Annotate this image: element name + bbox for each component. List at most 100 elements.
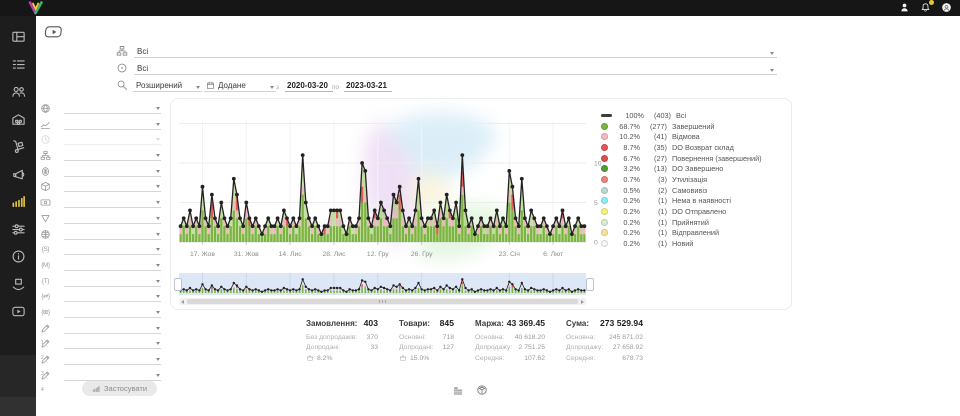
- legend-marker: [601, 165, 608, 172]
- chart-brush[interactable]: [179, 273, 586, 295]
- stats-subvalue: 245 871.02: [609, 334, 643, 341]
- sidebar-item-supplies[interactable]: [0, 133, 36, 161]
- site-filter-select[interactable]: [64, 227, 161, 240]
- stats-title: Сума:: [566, 319, 589, 328]
- custom-field-t-filter-select[interactable]: [64, 274, 161, 287]
- payment-filter-select[interactable]: [64, 195, 161, 208]
- product-filter-select[interactable]: Всі: [134, 64, 777, 75]
- scroll-right-arrow-icon[interactable]: [581, 300, 584, 304]
- legend-count: (1): [640, 196, 667, 205]
- legend-percent: 0.2%: [611, 218, 640, 227]
- summary-list-icon[interactable]: [452, 385, 464, 397]
- time-filter-select[interactable]: [64, 132, 161, 145]
- supplies-icon: [11, 139, 26, 154]
- custom-field-x-filter-select[interactable]: [64, 305, 161, 318]
- custom-field-t-filter-row: {T}: [40, 274, 161, 287]
- sidebar-item-orders-list[interactable]: [0, 51, 36, 79]
- legend-item[interactable]: 10.2%(41)Відмова: [601, 131, 783, 142]
- stats-sublabel: Основні:: [399, 334, 426, 341]
- edit-field-1-filter-select[interactable]: [64, 321, 161, 334]
- sidebar-item-delivery[interactable]: [0, 271, 36, 299]
- legend-marker: [601, 155, 608, 162]
- legend-percent: 6.7%: [611, 154, 640, 163]
- stats-subrow: Допродані:33: [306, 343, 378, 354]
- custom-field-s-filter-select[interactable]: [64, 242, 161, 255]
- sidebar-item-dashboard[interactable]: [0, 23, 36, 51]
- apply-filters-button[interactable]: Застосувати: [82, 381, 157, 396]
- date-from-input[interactable]: 2020-03-20: [285, 81, 333, 92]
- sidebar-item-analytics[interactable]: [0, 188, 36, 216]
- time-filter-row: [40, 132, 161, 145]
- stats-value: 273 529.94: [600, 318, 643, 328]
- brush-right-handle[interactable]: [586, 278, 594, 291]
- stats-value: 403: [364, 318, 378, 328]
- profile-avatar-icon[interactable]: [941, 2, 952, 13]
- chevron-down-icon: [770, 52, 774, 55]
- sidebar-item-clients[interactable]: [0, 78, 36, 106]
- stats-subrow: Середня:678.73: [566, 353, 643, 364]
- chart-scrollbar[interactable]: [179, 298, 586, 305]
- legend-count: (13): [640, 164, 667, 173]
- user-filter-select[interactable]: [64, 164, 161, 177]
- stats-subrow: Середня:107.62: [475, 353, 545, 364]
- legend-item[interactable]: 0.7%(3)Утилізація: [601, 174, 783, 185]
- stats-value: 845: [440, 318, 454, 328]
- legend-item[interactable]: 0.2%(1)Нема в наявності: [601, 196, 783, 207]
- search-mode-select[interactable]: Розширений: [133, 81, 202, 92]
- date-field-select[interactable]: Додане: [204, 81, 276, 92]
- sidebar-item-info[interactable]: [0, 243, 36, 271]
- sidebar-item-settings[interactable]: [0, 216, 36, 244]
- svg-text:5: 5: [594, 200, 598, 207]
- scroll-left-arrow-icon[interactable]: [181, 300, 184, 304]
- legend-item[interactable]: 0.2%(1)Відправлений: [601, 228, 783, 239]
- stats-subvalue: 8.2%: [317, 355, 333, 362]
- legend-item[interactable]: 8.7%(35)DO Возврат склад: [601, 142, 783, 153]
- custom-field-swap-filter-row: {⇄}: [40, 289, 161, 302]
- legend-item[interactable]: 68.7%(277)Завершений: [601, 121, 783, 132]
- funnel-filter-select[interactable]: [64, 211, 161, 224]
- edit-field-3-filter-select[interactable]: [64, 352, 161, 365]
- user-filter-row: [40, 164, 161, 177]
- user-icon[interactable]: [899, 2, 910, 13]
- legend-item[interactable]: 6.7%(27)Повернення (завершений): [601, 153, 783, 164]
- custom-field-swap-filter-select[interactable]: [64, 289, 161, 302]
- date-field-value: Додане: [218, 81, 246, 90]
- stats-sublabel: Середня:: [475, 355, 504, 362]
- sidebar-item-warehouse[interactable]: [0, 106, 36, 134]
- status-filter-value: Всі: [137, 47, 148, 56]
- edit-field-4-filter-icon: 4: [40, 370, 51, 381]
- stats-column: Сума:273 529.94Основна:245 871.02Допрода…: [566, 318, 643, 364]
- app-logo[interactable]: [27, 1, 44, 15]
- legend-count: (1): [640, 228, 667, 237]
- scrollbar-thumb[interactable]: [187, 299, 578, 304]
- sidebar-item-video-tutorials[interactable]: [0, 298, 36, 326]
- edit-field-2-filter-select[interactable]: [64, 336, 161, 349]
- status-filter-select[interactable]: Всі: [134, 47, 777, 58]
- edit-field-4-filter-select[interactable]: [64, 368, 161, 381]
- notifications-icon[interactable]: [920, 2, 931, 13]
- structure-filter-select[interactable]: [64, 148, 161, 161]
- legend-item[interactable]: 0.2%(1)DO Отправлено: [601, 206, 783, 217]
- legend-percent: 68.7%: [611, 122, 640, 131]
- legend-item[interactable]: 0.5%(2)Самовивіз: [601, 185, 783, 196]
- country-filter-select[interactable]: [64, 101, 161, 114]
- legend-item[interactable]: 3.2%(13)DO Завершено: [601, 163, 783, 174]
- date-to-input[interactable]: 2023-03-21: [344, 81, 392, 92]
- svg-text:6. Лют: 6. Лют: [543, 251, 563, 258]
- stats-subvalue: 127: [443, 344, 454, 351]
- custom-field-m-filter-select[interactable]: [64, 258, 161, 271]
- user-filter-icon: [40, 166, 51, 177]
- sidebar-bottom-strip: [0, 397, 36, 416]
- svg-text:23. Січ: 23. Січ: [499, 250, 521, 258]
- legend-item[interactable]: 0.2%(1)Новий: [601, 238, 783, 249]
- globe-cube-icon[interactable]: [476, 384, 488, 396]
- brush-left-handle[interactable]: [174, 278, 182, 291]
- product-filter-select[interactable]: [64, 179, 161, 192]
- legend-item[interactable]: 0.2%(1)Прийнятий: [601, 217, 783, 228]
- stats-title: Товари:: [399, 319, 430, 328]
- upsell-basket-icon: [306, 354, 314, 362]
- legend-item[interactable]: 100%(403)Всі: [601, 110, 783, 121]
- sidebar-item-marketing[interactable]: [0, 161, 36, 189]
- stats-filter-select[interactable]: [64, 117, 161, 130]
- structure-filter-icon: [40, 150, 51, 161]
